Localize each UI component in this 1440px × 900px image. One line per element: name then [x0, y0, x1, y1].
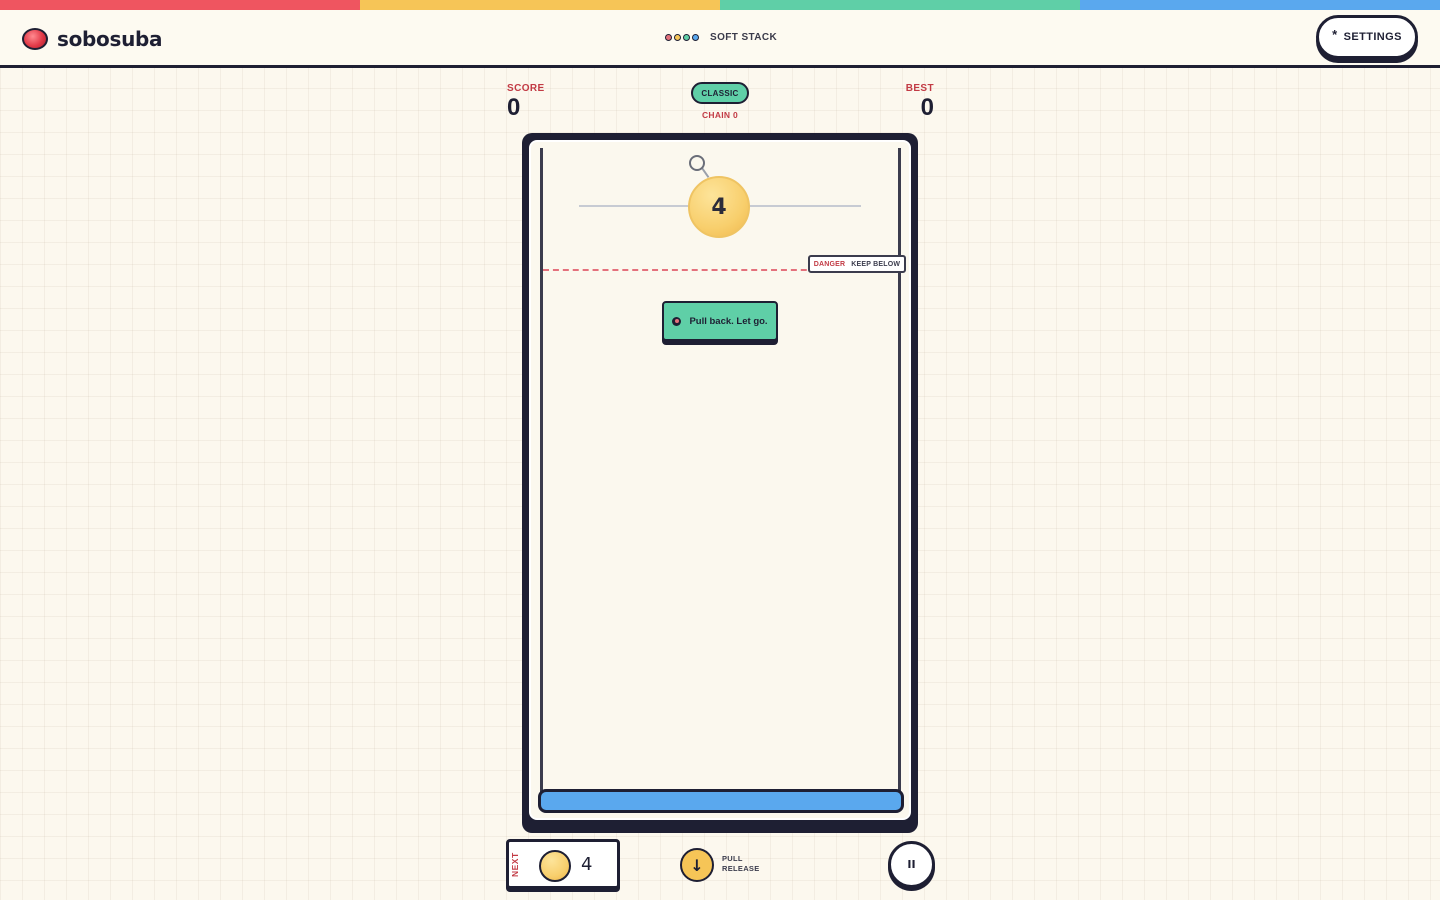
danger-tag: DANGER KEEP BELOW	[808, 255, 906, 273]
hint-text: Pull back. Let go.	[689, 315, 768, 327]
mode-badge[interactable]: CLASSIC	[691, 82, 749, 104]
arrow-down-icon: ↓	[690, 855, 704, 875]
asterisk-icon: *	[1332, 26, 1338, 42]
pull-label: PULL	[722, 854, 743, 863]
release-label: RELEASE	[722, 864, 760, 873]
hint-dot-icon	[672, 316, 682, 326]
app-logo[interactable]: sobosuba	[22, 27, 163, 51]
active-ball[interactable]: 4	[688, 176, 750, 238]
chain-counter: CHAIN 0	[701, 110, 739, 120]
left-wall	[540, 148, 543, 796]
best-label: BEST	[905, 83, 934, 94]
score-label: SCORE	[507, 83, 545, 94]
pause-icon: II	[907, 858, 916, 871]
board-floor	[538, 789, 904, 813]
danger-word: DANGER	[813, 260, 846, 268]
settings-label: SETTINGS	[1343, 31, 1402, 43]
mode-dot-red	[665, 34, 672, 41]
drop-button[interactable]: ↓	[680, 848, 714, 882]
score-panel: SCORE 0	[507, 83, 545, 122]
play-field[interactable]: DANGER KEEP BELOW 4 Pull back. Let go.	[529, 140, 911, 820]
stripe-segment-red	[0, 0, 360, 10]
logo-blob-icon	[22, 28, 48, 50]
stripe-segment-green	[720, 0, 1080, 10]
next-label: NEXT	[510, 852, 520, 878]
best-value: 0	[920, 94, 934, 121]
score-value: 0	[507, 94, 521, 121]
right-wall	[898, 148, 901, 796]
settings-button[interactable]: * SETTINGS	[1316, 15, 1418, 59]
best-panel: BEST 0	[880, 83, 934, 122]
stripe-segment-yellow	[360, 0, 720, 10]
stripe-segment-blue	[1080, 0, 1440, 10]
keep-below-word: KEEP BELOW	[851, 260, 901, 268]
mode-dot-yellow	[674, 34, 681, 41]
pull-release-hint: PULL RELEASE	[722, 854, 760, 874]
pause-button[interactable]: II	[888, 841, 935, 888]
color-stripe	[0, 0, 1440, 10]
mode-dot-blue	[692, 34, 699, 41]
mode-tag: SOFT STACK	[665, 32, 777, 43]
app-name: sobosuba	[57, 27, 163, 51]
top-bar: sobosuba SOFT STACK * SETTINGS	[0, 10, 1440, 68]
next-ball-icon	[539, 850, 571, 882]
grab-handle-icon[interactable]	[689, 155, 705, 171]
mode-tag-label: SOFT STACK	[710, 32, 778, 43]
hint-tooltip: Pull back. Let go.	[662, 301, 778, 341]
game-board: DANGER KEEP BELOW 4 Pull back. Let go.	[522, 133, 918, 833]
next-value: 4	[581, 854, 593, 875]
mode-dot-green	[683, 34, 690, 41]
next-preview: NEXT 4	[506, 839, 620, 889]
